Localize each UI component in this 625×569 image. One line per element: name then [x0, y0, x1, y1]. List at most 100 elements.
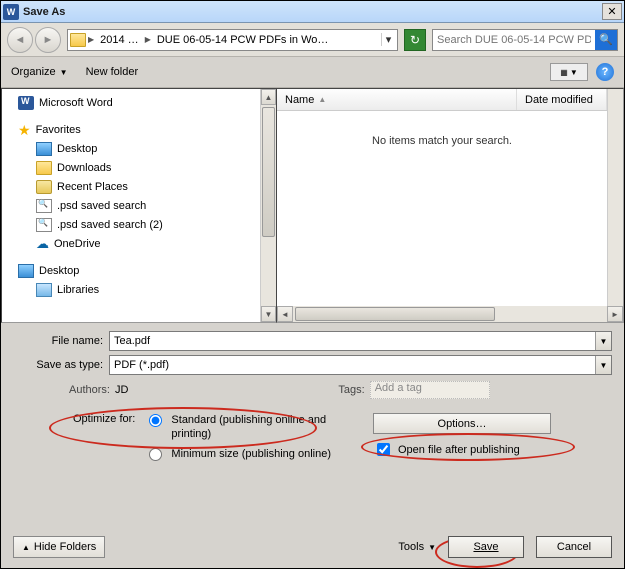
navitem-label: Recent Places [57, 181, 128, 193]
tools-label: Tools [398, 541, 424, 553]
explorer-split: Microsoft Word ★ Favorites Desktop Downl… [1, 87, 624, 323]
address-bar[interactable]: ▶ 2014 … ▶ DUE 06-05-14 PCW PDFs in Wo… … [67, 29, 398, 51]
desktop-icon [18, 264, 34, 278]
filename-input[interactable] [110, 335, 595, 347]
folder-icon [70, 33, 86, 47]
tags-input[interactable]: Add a tag [370, 381, 490, 399]
help-button[interactable]: ? [596, 63, 614, 81]
scrollbar-thumb[interactable] [295, 307, 495, 321]
chevron-right-icon: ▶ [145, 35, 151, 44]
desktop-icon [36, 142, 52, 156]
cancel-button[interactable]: Cancel [536, 536, 612, 558]
optimize-standard-radio[interactable] [149, 414, 162, 427]
chevron-up-icon: ▲ [22, 543, 30, 552]
toolbar: Organize ▼ New folder ▦ ▼ ? [1, 57, 624, 87]
saved-search-icon [36, 218, 52, 232]
column-label: Name [285, 94, 314, 106]
navitem-desktop-group[interactable]: Desktop [10, 261, 276, 280]
back-button[interactable]: ◄ [7, 27, 33, 53]
open-after-label: Open file after publishing [398, 444, 520, 456]
open-after-checkbox[interactable] [377, 443, 390, 456]
navitem-recent-places[interactable]: Recent Places [10, 177, 276, 196]
saved-search-icon [36, 199, 52, 213]
search-box: 🔍 [432, 29, 618, 51]
navitem-saved-search-2[interactable]: .psd saved search (2) [10, 215, 276, 234]
save-button[interactable]: Save [448, 536, 524, 558]
word-app-icon: W [3, 4, 19, 20]
view-mode-button[interactable]: ▦ ▼ [550, 63, 588, 81]
navitem-label: .psd saved search (2) [57, 219, 163, 231]
search-button[interactable]: 🔍 [595, 30, 617, 50]
authors-label: Authors: [69, 384, 110, 396]
scroll-up-icon[interactable]: ▲ [261, 89, 276, 105]
refresh-button[interactable]: ↻ [404, 29, 426, 51]
titlebar: W Save As ✕ [1, 1, 624, 23]
onedrive-icon: ☁ [36, 236, 49, 252]
scroll-right-icon[interactable]: ► [607, 306, 623, 322]
filename-dropdown[interactable]: ▼ [595, 332, 611, 350]
save-as-dialog: W Save As ✕ ◄ ► ▶ 2014 … ▶ DUE 06-05-14 … [0, 0, 625, 569]
navitem-onedrive[interactable]: ☁ OneDrive [10, 234, 276, 253]
sort-asc-icon: ▲ [318, 95, 326, 104]
close-button[interactable]: ✕ [602, 3, 622, 20]
new-folder-button[interactable]: New folder [86, 66, 139, 78]
bottom-panel: File name: ▼ Save as type: ▼ Authors: JD… [1, 323, 624, 568]
libraries-icon [36, 283, 52, 297]
column-label: Date modified [525, 94, 593, 106]
address-dropdown[interactable]: ▾ [381, 33, 395, 46]
navitem-label: .psd saved search [57, 200, 146, 212]
scroll-down-icon[interactable]: ▼ [261, 306, 276, 322]
navpane-scrollbar[interactable]: ▲ ▼ [260, 89, 276, 322]
chevron-right-icon: ▶ [88, 35, 94, 44]
forward-button[interactable]: ► [35, 27, 61, 53]
star-icon: ★ [18, 123, 31, 137]
breadcrumb-seg-2[interactable]: DUE 06-05-14 PCW PDFs in Wo… [153, 34, 333, 46]
navitem-label: Libraries [57, 284, 99, 296]
navitem-label: Favorites [36, 124, 81, 136]
optimize-minimum-row[interactable]: Minimum size (publishing online) [144, 447, 341, 461]
navitem-msword[interactable]: Microsoft Word [10, 93, 276, 112]
organize-label: Organize [11, 66, 56, 78]
search-input[interactable] [433, 34, 595, 46]
column-date[interactable]: Date modified [517, 89, 607, 110]
optimize-standard-row[interactable]: Standard (publishing online and printing… [144, 413, 341, 441]
navitem-label: Downloads [57, 162, 111, 174]
new-folder-label: New folder [86, 66, 139, 78]
nav-row: ◄ ► ▶ 2014 … ▶ DUE 06-05-14 PCW PDFs in … [1, 23, 624, 57]
organize-button[interactable]: Organize ▼ [11, 66, 68, 78]
folder-icon [36, 161, 52, 175]
tools-dropdown[interactable]: Tools ▼ [398, 541, 436, 553]
chevron-down-icon: ▼ [570, 68, 578, 77]
authors-value[interactable]: JD [115, 384, 128, 396]
recent-icon [36, 180, 52, 194]
navitem-saved-search-1[interactable]: .psd saved search [10, 196, 276, 215]
column-headers: Name ▲ Date modified [277, 89, 607, 111]
breadcrumb-seg-1[interactable]: 2014 … [96, 34, 143, 46]
hide-folders-button[interactable]: ▲ Hide Folders [13, 536, 105, 558]
optimize-label: Optimize for: [73, 413, 135, 425]
list-hscrollbar[interactable]: ◄ ► [277, 306, 623, 322]
savetype-select[interactable] [110, 359, 595, 371]
navitem-desktop[interactable]: Desktop [10, 139, 276, 158]
navitem-downloads[interactable]: Downloads [10, 158, 276, 177]
column-name[interactable]: Name ▲ [277, 89, 517, 110]
options-button[interactable]: Options… [373, 413, 551, 434]
footer-row: ▲ Hide Folders Tools ▼ Save Cancel [13, 536, 612, 558]
filename-label: File name: [13, 335, 109, 347]
navitem-label: OneDrive [54, 238, 100, 250]
savetype-dropdown[interactable]: ▼ [595, 356, 611, 374]
scrollbar-thumb[interactable] [262, 107, 275, 237]
window-title: Save As [23, 6, 602, 18]
savetype-combo: ▼ [109, 355, 612, 375]
savetype-label: Save as type: [13, 359, 109, 371]
nav-pane: Microsoft Word ★ Favorites Desktop Downl… [1, 88, 276, 323]
scroll-left-icon[interactable]: ◄ [277, 306, 293, 322]
optimize-minimum-radio[interactable] [149, 448, 162, 461]
navitem-label: Microsoft Word [39, 97, 113, 109]
navitem-libraries[interactable]: Libraries [10, 280, 276, 299]
navitem-favorites[interactable]: ★ Favorites [10, 120, 276, 139]
open-after-row[interactable]: Open file after publishing [373, 440, 612, 459]
view-grid-icon: ▦ [560, 68, 568, 77]
optimize-minimum-label: Minimum size (publishing online) [171, 447, 331, 461]
navitem-label: Desktop [57, 143, 97, 155]
